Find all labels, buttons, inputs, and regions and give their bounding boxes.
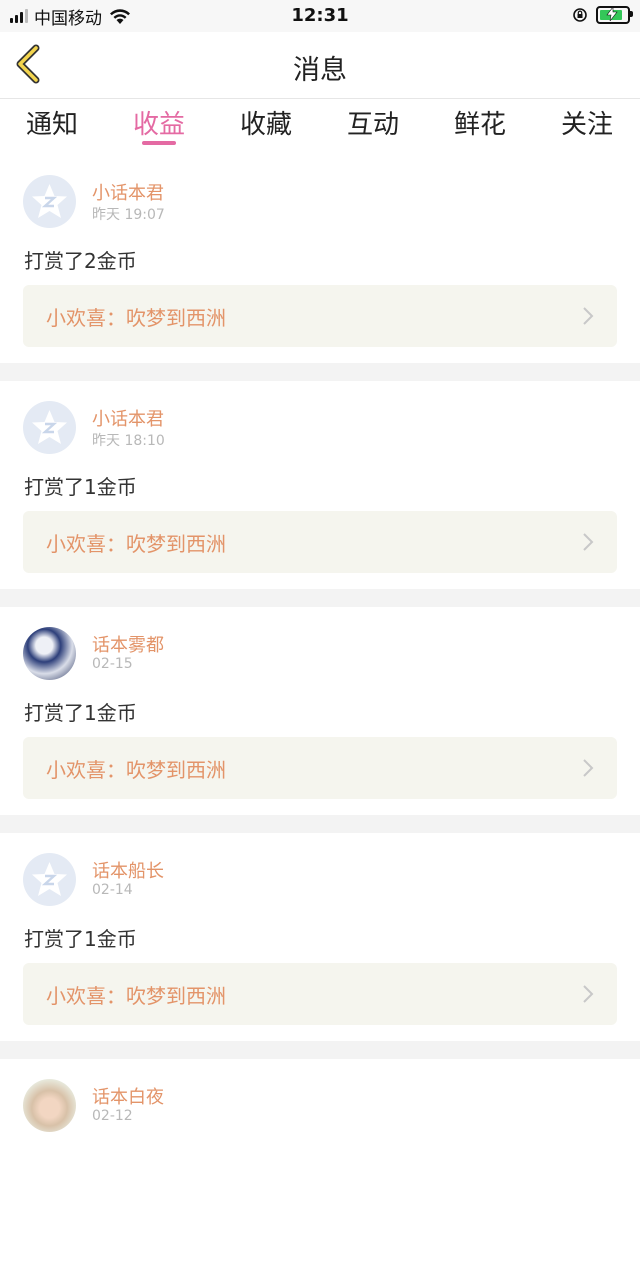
list-item: 话本船长 02-14 打赏了1金币 小欢喜：吹梦到西洲 (0, 833, 640, 1041)
username[interactable]: 小话本君 (92, 405, 164, 431)
tab-earnings[interactable]: 收益 (109, 104, 209, 141)
timestamp: 02-15 (92, 656, 133, 672)
status-right (572, 6, 633, 24)
navigation-bar: 消息 (0, 32, 640, 99)
tab-favorites[interactable]: 收藏 (216, 104, 316, 141)
list-item: 小话本君 昨天 19:07 打赏了2金币 小欢喜：吹梦到西洲 (0, 155, 640, 363)
timestamp: 02-14 (92, 882, 133, 898)
story-title: 小欢喜：吹梦到西洲 (46, 532, 226, 556)
divider (0, 589, 640, 607)
status-bar: 中国移动 12:31 (0, 0, 640, 32)
chevron-right-icon (583, 985, 594, 1003)
tab-interactions[interactable]: 互动 (323, 104, 423, 141)
message-text: 打赏了2金币 (24, 249, 137, 273)
avatar[interactable] (23, 627, 76, 680)
message-text: 打赏了1金币 (24, 927, 137, 951)
chevron-right-icon (583, 533, 594, 551)
default-avatar-icon (32, 410, 67, 444)
timestamp: 昨天 19:07 (92, 207, 165, 223)
story-title: 小欢喜：吹梦到西洲 (46, 984, 226, 1008)
avatar[interactable] (23, 175, 76, 228)
username[interactable]: 话本船长 (92, 857, 164, 883)
tab-flowers[interactable]: 鲜花 (430, 104, 530, 141)
timestamp: 02-12 (92, 1108, 133, 1124)
status-time: 12:31 (291, 5, 349, 26)
divider (0, 815, 640, 833)
story-link[interactable]: 小欢喜：吹梦到西洲 (23, 511, 617, 573)
tab-bar: 通知 收益 收藏 互动 鲜花 关注 (0, 99, 640, 155)
story-link[interactable]: 小欢喜：吹梦到西洲 (23, 963, 617, 1025)
avatar[interactable] (23, 1079, 76, 1132)
story-link[interactable]: 小欢喜：吹梦到西洲 (23, 737, 617, 799)
tab-notifications[interactable]: 通知 (2, 104, 102, 141)
list-item: 话本雾都 02-15 打赏了1金币 小欢喜：吹梦到西洲 (0, 607, 640, 815)
message-list: 小话本君 昨天 19:07 打赏了2金币 小欢喜：吹梦到西洲 小话本君 昨天 1… (0, 155, 640, 1267)
chevron-right-icon (583, 307, 594, 325)
message-text: 打赏了1金币 (24, 475, 137, 499)
page-title: 消息 (293, 55, 347, 86)
username[interactable]: 话本雾都 (92, 631, 164, 657)
battery-icon (596, 6, 633, 24)
username[interactable]: 话本白夜 (92, 1083, 164, 1109)
avatar[interactable] (23, 401, 76, 454)
timestamp: 昨天 18:10 (92, 433, 165, 449)
story-title: 小欢喜：吹梦到西洲 (46, 758, 226, 782)
active-tab-indicator (142, 141, 176, 145)
rotation-lock-icon (573, 8, 587, 22)
username[interactable]: 小话本君 (92, 179, 164, 205)
default-avatar-icon (32, 862, 67, 896)
story-title: 小欢喜：吹梦到西洲 (46, 306, 226, 330)
avatar[interactable] (23, 853, 76, 906)
list-item: 话本白夜 02-12 (0, 1059, 640, 1267)
divider (0, 363, 640, 381)
list-item: 小话本君 昨天 18:10 打赏了1金币 小欢喜：吹梦到西洲 (0, 381, 640, 589)
divider (0, 1041, 640, 1059)
story-link[interactable]: 小欢喜：吹梦到西洲 (23, 285, 617, 347)
default-avatar-icon (32, 184, 67, 218)
tab-following[interactable]: 关注 (537, 104, 637, 141)
chevron-right-icon (583, 759, 594, 777)
message-text: 打赏了1金币 (24, 701, 137, 725)
